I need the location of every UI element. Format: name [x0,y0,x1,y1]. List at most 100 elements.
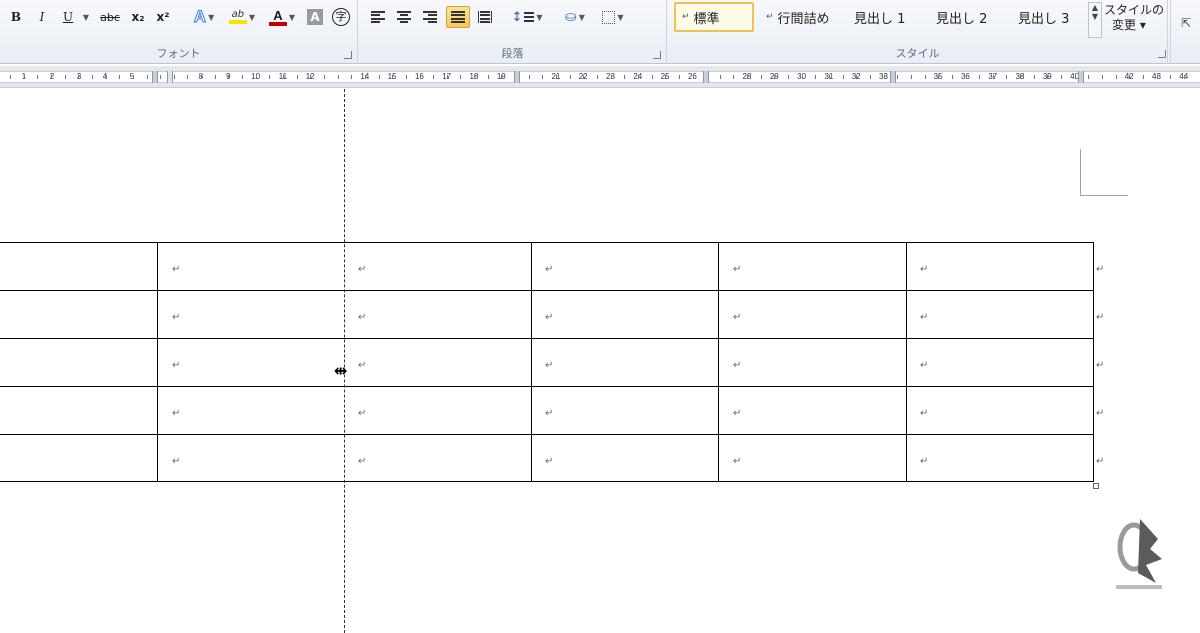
change-styles-button[interactable]: スタイルの 変更 ▾ [1104,3,1164,33]
ruler-tick [951,75,953,79]
end-of-cell-mark: ↵ [920,456,929,467]
ruler-tick [965,75,967,79]
shading-button[interactable]: ⛀ ▼ [559,6,591,28]
ruler-tick [1129,75,1131,79]
indent-marker[interactable] [167,71,173,83]
ruler-tick [760,75,762,79]
ruler-tick [91,75,93,79]
ruler-column-marker[interactable] [703,71,709,83]
subscript-button[interactable]: x₂ [127,6,149,28]
ruler-tick [583,75,585,79]
end-of-cell-mark: ↵ [358,408,367,419]
ruler-tick [296,75,298,79]
document-page[interactable]: ↵ ↵ ↵ ↵ ↵ ↵ ↵ ↵ ↵ ↵ ↵ ↵ ↵ ↵ ↵ ↵ ↵ ↵ ↵ ↵ ↵ ↵ ↵ ↵ ↵ ↵ ↵ ↵ ↵ ↵ ⇹ [0,89,1200,633]
ruler-tick [487,75,489,79]
text-effects-button[interactable]: A ▼ [188,6,220,28]
ruler-tick [1074,75,1076,79]
underline-button[interactable]: U [58,6,78,28]
ruler-column-marker[interactable] [890,71,896,83]
ruler-tick [310,75,312,79]
end-of-row-mark: ↵ [1096,264,1105,275]
ruler-tick [1006,75,1008,79]
style-item-no-spacing[interactable]: ↵ 行間詰め [760,2,840,32]
ruler-tick [1061,75,1063,79]
ruler-tick [1088,75,1090,79]
ruler-tick [1020,75,1022,79]
ruler-tick [201,75,203,79]
table-resize-handle[interactable] [1093,483,1099,489]
end-of-cell-mark: ↵ [545,264,554,275]
highlighter-icon: ab [228,10,247,24]
ruler-tick [228,75,230,79]
styles-dialog-launcher-icon[interactable] [1158,50,1166,58]
ruler-column-marker[interactable] [514,71,520,83]
end-of-cell-mark: ↵ [733,312,742,323]
ruler-tick [910,75,912,79]
justify-button[interactable] [446,6,470,28]
ruler-column-marker[interactable] [1078,71,1084,83]
highlight-button[interactable]: ab ▼ [224,6,260,28]
font-color-button[interactable]: A ▼ [264,6,300,28]
ruler-tick [173,75,175,79]
end-of-row-mark: ↵ [1096,360,1105,371]
align-left-button[interactable] [367,6,389,28]
ruler-tick [569,75,571,79]
strikethrough-button[interactable]: abc [96,6,124,28]
align-center-button[interactable] [393,6,415,28]
end-of-cell-mark: ↵ [733,360,742,371]
ruler-tick [283,75,284,79]
ruler-tick [992,75,994,79]
ruler-tick [419,75,421,79]
paragraph-dialog-launcher-icon[interactable] [653,51,661,59]
style-item-normal[interactable]: ↵ 標準 [674,2,754,32]
paragraph-group: ↕ ▼ ⛀ ▼ ▼ 段落 [359,0,667,64]
distributed-button[interactable] [474,6,496,28]
styles-gallery-scroll[interactable]: ▲ ▼ [1088,2,1102,38]
ruler-tick [132,75,134,79]
end-of-cell-mark: ↵ [172,312,181,323]
align-right-button[interactable] [419,6,441,28]
end-of-cell-mark: ↵ [733,456,742,467]
shading-icon: ⛀ [565,9,577,25]
select-cursor-icon[interactable]: ⇱ [1181,16,1191,30]
ruler-tick [364,75,366,79]
ruler-tick [255,75,257,79]
superscript-button[interactable]: x² [152,6,174,28]
font-color-icon: A [268,9,287,26]
line-spacing-button[interactable]: ↕ ▼ [509,6,545,28]
ruler-tick [1047,75,1049,79]
style-item-heading-3[interactable]: 見出し 3 [1012,2,1092,32]
underline-dropdown-icon[interactable]: ▼ [80,6,90,28]
ruler-tick [801,75,803,79]
end-of-cell-mark: ↵ [172,408,181,419]
italic-button[interactable]: I [32,6,52,28]
end-of-cell-mark: ↵ [545,312,554,323]
ruler-tick [146,75,148,79]
bold-button[interactable]: B [6,6,26,28]
enclosed-char-button[interactable]: 字 [330,6,352,28]
ruler-tick [624,75,626,79]
ruler-tick [610,75,612,79]
horizontal-ruler[interactable]: 1234589101112141516171819212223242526282… [0,66,1200,88]
ruler-tick [596,75,598,79]
borders-button[interactable]: ▼ [597,6,629,28]
end-of-cell-mark: ↵ [733,264,742,275]
end-of-cell-mark: ↵ [545,408,554,419]
char-shading-button[interactable]: A [306,6,324,28]
ruler-tick [665,75,667,79]
end-of-cell-mark: ↵ [358,312,367,323]
ruler-tick [1033,75,1035,79]
ruler-tick [856,75,858,79]
style-item-heading-1[interactable]: 見出し 1 [848,2,928,32]
ruler-tick [323,75,325,79]
font-dialog-launcher-icon[interactable] [344,51,352,59]
ruler-tick [637,75,639,79]
ruler-column-marker[interactable] [152,71,158,83]
ruler-tick [1170,75,1172,79]
ruler-tick [556,75,557,79]
ruler-tick [405,75,407,79]
watermark-logo [1116,519,1162,589]
ruler-tick [678,75,680,79]
ruler-tick [37,75,39,79]
style-item-heading-2[interactable]: 見出し 2 [930,2,1010,32]
